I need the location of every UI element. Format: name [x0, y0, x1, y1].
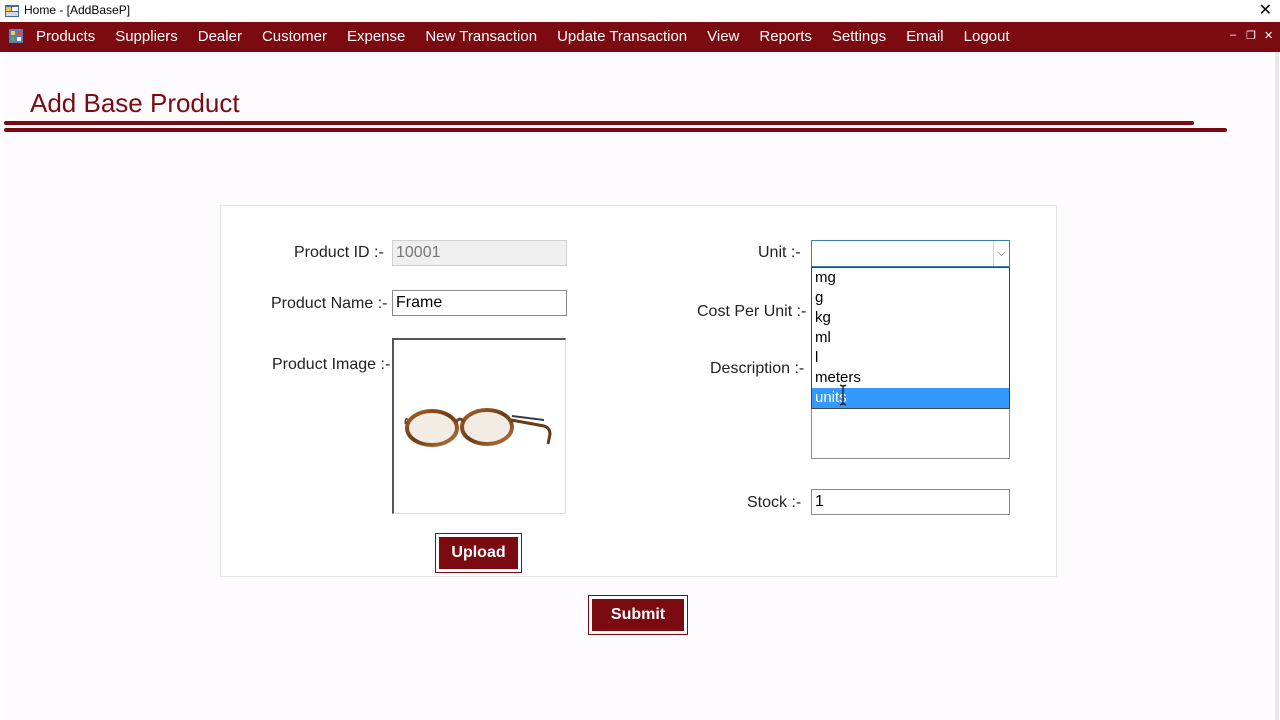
- menu-item-update-transaction[interactable]: Update Transaction: [547, 22, 697, 52]
- chevron-down-icon[interactable]: ⌵: [993, 241, 1009, 266]
- cost-per-unit-label: Cost Per Unit :-: [697, 303, 807, 320]
- product-image-box: [392, 338, 566, 514]
- menu-item-view[interactable]: View: [697, 22, 749, 52]
- stock-label: Stock :-: [747, 494, 802, 511]
- menu-item-suppliers[interactable]: Suppliers: [105, 22, 188, 52]
- unit-option-l[interactable]: l: [812, 348, 1009, 368]
- product-id-label: Product ID :-: [294, 244, 384, 261]
- menu-item-reports[interactable]: Reports: [749, 22, 822, 52]
- menu-item-customer[interactable]: Customer: [252, 22, 337, 52]
- menu-item-email[interactable]: Email: [896, 22, 954, 52]
- unit-option-kg[interactable]: kg: [812, 308, 1009, 328]
- mdi-child-icon[interactable]: [8, 28, 24, 44]
- description-label: Description :-: [710, 360, 805, 377]
- page-title: Add Base Product: [30, 88, 240, 118]
- product-name-label: Product Name :-: [271, 295, 388, 312]
- menu-bar: Products Suppliers Dealer Customer Expen…: [0, 22, 1280, 52]
- window-titlebar: Home - [AddBaseP] ✕: [0, 0, 1280, 22]
- text-cursor-icon: [839, 384, 847, 406]
- unit-option-ml[interactable]: ml: [812, 328, 1009, 348]
- product-id-field: 10001: [392, 240, 567, 266]
- product-name-field[interactable]: Frame: [392, 290, 567, 316]
- vertical-scrollbar[interactable]: [1274, 52, 1280, 720]
- scrollbar-thumb[interactable]: [1275, 52, 1279, 720]
- eyeglasses-image: [404, 408, 552, 447]
- menu-item-products[interactable]: Products: [26, 22, 105, 52]
- product-image-label: Product Image :-: [272, 356, 391, 373]
- child-minimize-button[interactable]: –: [1230, 29, 1236, 41]
- menu-item-new-transaction[interactable]: New Transaction: [415, 22, 547, 52]
- menu-item-logout[interactable]: Logout: [954, 22, 1020, 52]
- menu-item-dealer[interactable]: Dealer: [188, 22, 252, 52]
- app-icon: [5, 5, 19, 17]
- upload-button[interactable]: Upload: [435, 533, 522, 573]
- unit-combobox[interactable]: ⌵: [811, 240, 1010, 267]
- menu-items: Products Suppliers Dealer Customer Expen…: [26, 22, 1020, 52]
- title-underline-top: [4, 121, 1194, 125]
- unit-label: Unit :-: [758, 244, 801, 261]
- child-restore-button[interactable]: ❐: [1246, 29, 1256, 42]
- menu-item-expense[interactable]: Expense: [337, 22, 415, 52]
- submit-button[interactable]: Submit: [588, 595, 688, 635]
- window-close-button[interactable]: ✕: [1259, 0, 1272, 20]
- unit-option-g[interactable]: g: [812, 288, 1009, 308]
- child-close-button[interactable]: ✕: [1264, 29, 1273, 42]
- stock-field[interactable]: 1: [811, 489, 1010, 515]
- window-title: Home - [AddBaseP]: [24, 3, 131, 17]
- menu-item-settings[interactable]: Settings: [822, 22, 896, 52]
- title-underline-bottom: [4, 128, 1227, 132]
- unit-option-mg[interactable]: mg: [812, 268, 1009, 288]
